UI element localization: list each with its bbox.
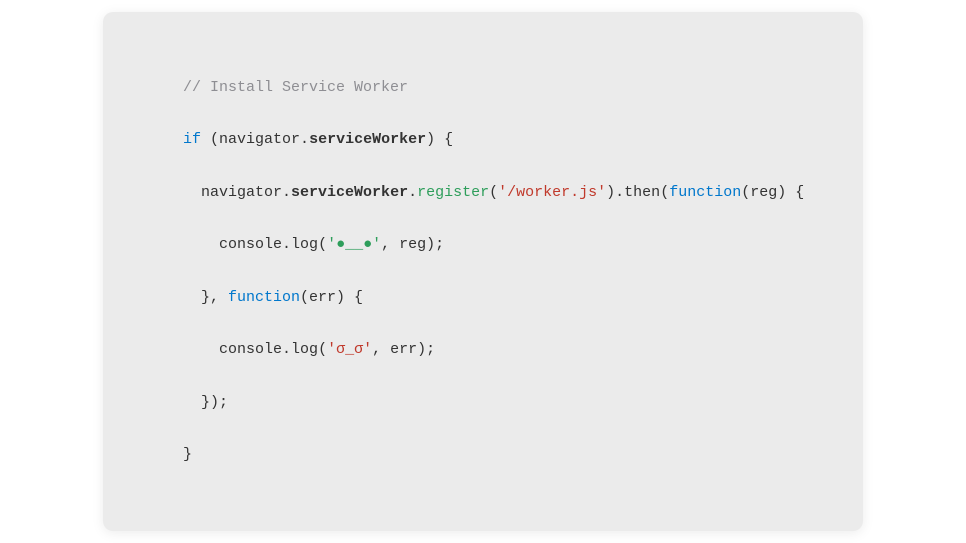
close-then: }); [183, 394, 228, 411]
close-if: } [183, 446, 192, 463]
code-card: // Install Service Worker if (navigator.… [103, 12, 863, 530]
register-line: navigator.serviceWorker.register('/worke… [183, 184, 804, 201]
console-log-success: console.log('●__●', reg); [183, 236, 444, 253]
if-keyword: if [183, 131, 201, 148]
if-condition: (navigator.serviceWorker) { [201, 131, 453, 148]
comment-line: // Install Service Worker [183, 79, 408, 96]
catch-line: }, function(err) { [183, 289, 363, 306]
console-log-error: console.log('σ_σ', err); [183, 341, 435, 358]
code-block: // Install Service Worker if (navigator.… [147, 48, 819, 494]
